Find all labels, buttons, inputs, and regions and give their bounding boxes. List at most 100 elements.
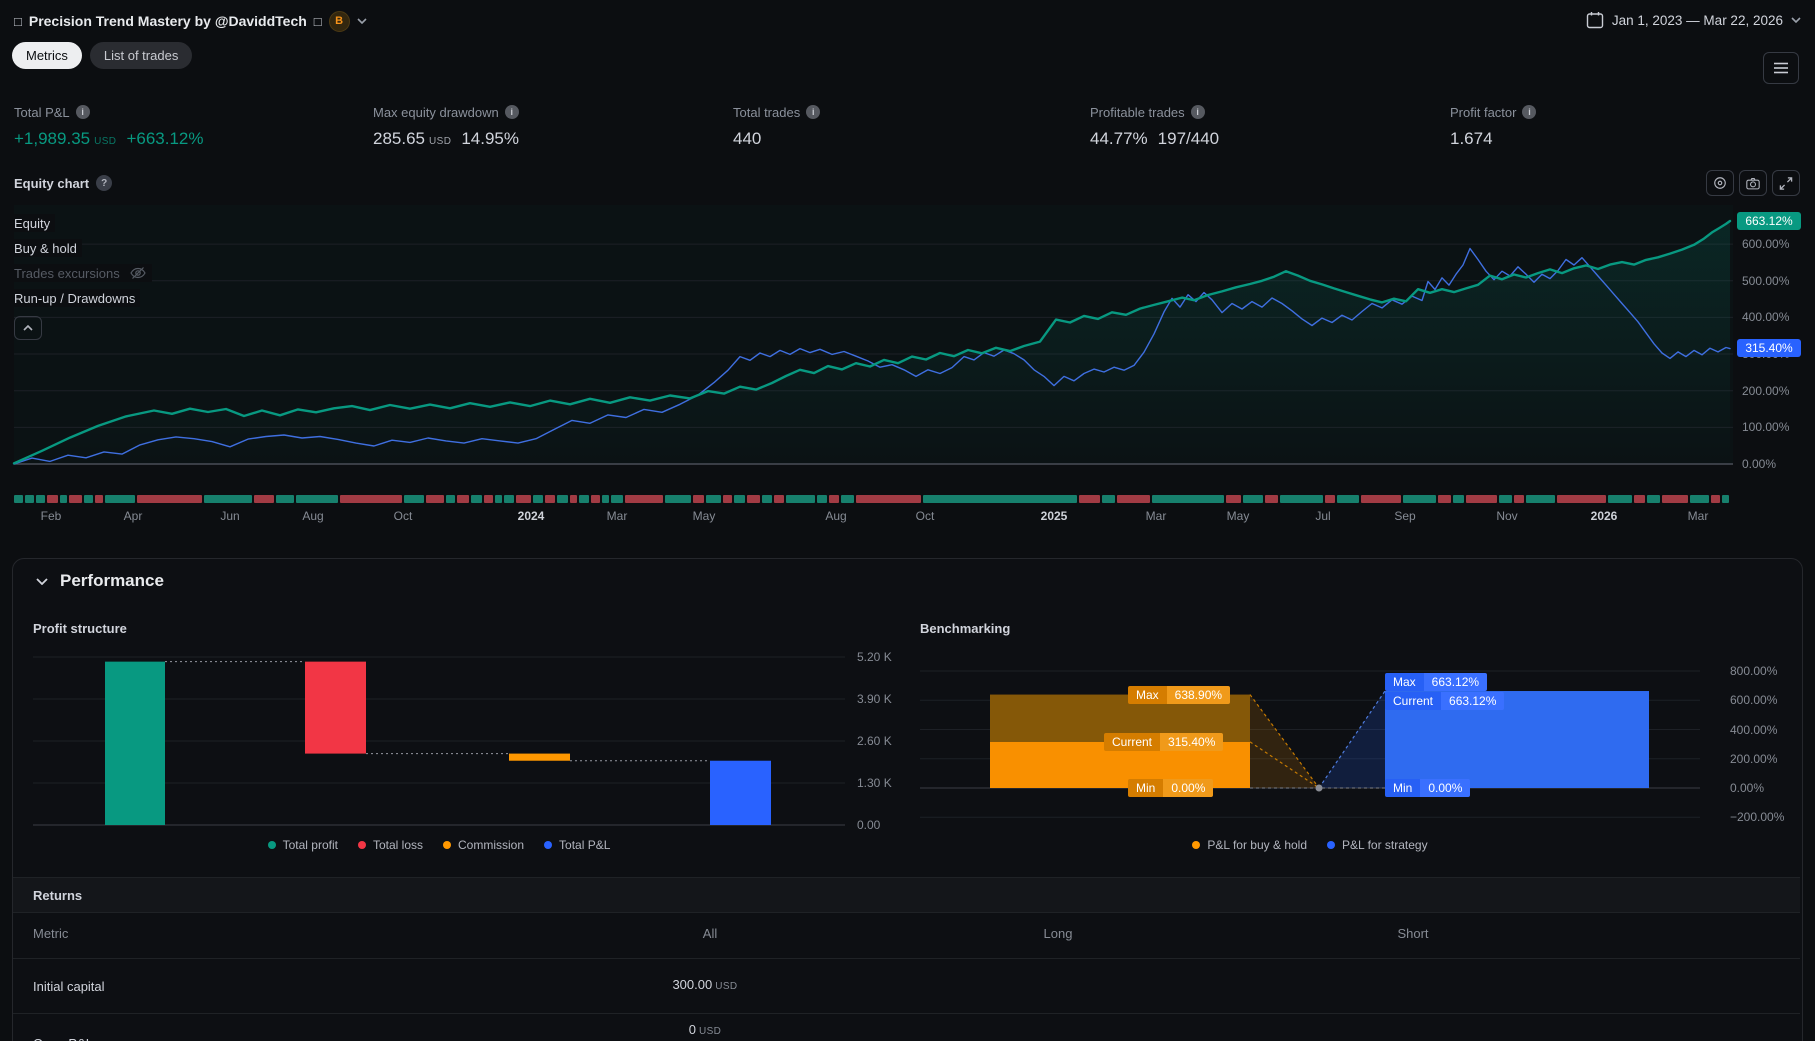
info-icon[interactable]: i: [1522, 105, 1536, 119]
chip-label: Max: [1128, 686, 1167, 704]
trade-strip-segment: [495, 495, 502, 503]
returns-column-header: Metric: [33, 926, 68, 941]
y-tick-label: 500.00%: [1742, 274, 1789, 288]
metric-label-text: Total P&L: [14, 105, 70, 120]
range-chip-current: Current315.40%: [1104, 733, 1223, 751]
trade-strip-segment: [747, 495, 760, 503]
trade-strip-segment: [105, 495, 136, 503]
trade-strip-segment: [1499, 495, 1512, 503]
trade-strip-segment: [557, 495, 568, 503]
info-icon[interactable]: i: [505, 105, 519, 119]
bench-y-tick-label: 200.00%: [1730, 752, 1777, 766]
trade-strip-segment: [69, 495, 82, 503]
y-tick-label: 200.00%: [1742, 384, 1789, 398]
trade-strip-segment: [570, 495, 577, 503]
returns-metric-label: Initial capital: [33, 979, 105, 994]
trade-strip-segment: [446, 495, 455, 503]
trade-strip-segment: [829, 495, 838, 503]
performance-section-header[interactable]: Performance: [36, 571, 164, 591]
info-icon[interactable]: i: [806, 105, 820, 119]
collapse-chart-button[interactable]: [14, 316, 42, 340]
x-tick-label: Oct: [916, 509, 935, 523]
metric-extra-value: 197/440: [1158, 129, 1219, 149]
legend-equity[interactable]: Equity: [14, 214, 55, 232]
chart-actions: [1706, 170, 1800, 196]
trade-strip-segment: [1711, 495, 1720, 503]
trade-strip-segment: [137, 495, 202, 503]
returns-column-header: Long: [1044, 926, 1073, 941]
tab-metrics[interactable]: Metrics: [12, 42, 82, 69]
chart-snapshot-button[interactable]: [1739, 170, 1767, 196]
legend-equity-label: Equity: [14, 216, 50, 231]
legend-item[interactable]: P&L for strategy: [1327, 838, 1428, 852]
legend-runup-drawdowns[interactable]: Run-up / Drawdowns: [14, 289, 140, 307]
trade-strip-segment: [1662, 495, 1688, 503]
profit-y-tick-label: 5.20 K: [857, 650, 892, 664]
trade-strip-segment: [84, 495, 93, 503]
legend-item[interactable]: Total P&L: [544, 838, 610, 852]
legend-item[interactable]: Commission: [443, 838, 524, 852]
range-chip-min: Min0.00%: [1128, 779, 1213, 797]
bench-y-tick-label: 0.00%: [1730, 781, 1764, 795]
strategy-title-group[interactable]: □ Precision Trend Mastery by @DaviddTech…: [14, 10, 367, 32]
axis-value-badge: 663.12%: [1737, 212, 1801, 230]
legend-dot: [1192, 841, 1200, 849]
metric-label: Max equity drawdowni: [373, 103, 519, 121]
metric-value: +1,989.35: [14, 129, 90, 149]
x-tick-year-label: 2026: [1591, 509, 1618, 523]
legend-dot: [443, 841, 451, 849]
axis-value-badge: 315.40%: [1737, 339, 1801, 357]
metric-extra-value: 14.95%: [461, 129, 519, 149]
legend-trades-excursions[interactable]: Trades excursions: [14, 264, 152, 282]
trade-strip-segment: [602, 495, 609, 503]
info-icon[interactable]: i: [76, 105, 90, 119]
returns-table-header: MetricAllLongShort: [13, 911, 1800, 959]
calendar-icon: [1586, 11, 1604, 29]
equity-chart-title: Equity chart ?: [14, 175, 112, 191]
chip-label: Current: [1104, 733, 1160, 751]
metric-label: Total P&L i: [14, 103, 203, 121]
legend-item[interactable]: Total profit: [268, 838, 338, 852]
tab-list-of-trades[interactable]: List of trades: [90, 42, 192, 69]
help-icon[interactable]: ?: [96, 175, 112, 191]
benchmarking-title: Benchmarking: [920, 621, 1010, 636]
range-chip-current: Current663.12%: [1385, 692, 1504, 710]
fullscreen-button[interactable]: [1772, 170, 1800, 196]
x-tick-label: Jun: [220, 509, 239, 523]
trade-strip-segment: [1325, 495, 1336, 503]
x-tick-label: Feb: [41, 509, 62, 523]
metric-values: +1,989.35USD+663.12%: [14, 129, 203, 149]
trade-strip-segment: [774, 495, 785, 503]
report-layout-button[interactable]: [1763, 52, 1799, 84]
returns-column-header: Short: [1397, 926, 1428, 941]
benchmarking-legend: P&L for buy & hold P&L for strategy: [920, 838, 1700, 852]
metric-label-text: Profit factor: [1450, 105, 1516, 120]
metric-label: Total tradesi: [733, 103, 820, 121]
trade-strip-segment: [1647, 495, 1660, 503]
x-tick-label: Apr: [124, 509, 143, 523]
trade-strip-segment: [762, 495, 771, 503]
trade-strip-segment: [14, 495, 23, 503]
metric-label-text: Profitable trades: [1090, 105, 1185, 120]
trade-strip-segment: [1117, 495, 1150, 503]
trade-strip-segment: [1361, 495, 1401, 503]
trade-strip-segment: [204, 495, 251, 503]
trade-strip-segment: [545, 495, 556, 503]
legend-item[interactable]: Total loss: [358, 838, 423, 852]
metric-currency: USD: [94, 136, 116, 147]
metric-value: 44.77%: [1090, 129, 1148, 149]
legend-item[interactable]: P&L for buy & hold: [1192, 838, 1307, 852]
chart-settings-button[interactable]: [1706, 170, 1734, 196]
chip-label: Max: [1385, 673, 1424, 691]
info-icon[interactable]: i: [1191, 105, 1205, 119]
returns-value: 0USD: [689, 1022, 722, 1037]
date-range-picker[interactable]: Jan 1, 2023 — Mar 22, 2026: [1586, 11, 1801, 29]
legend-runup-drawdowns-label: Run-up / Drawdowns: [14, 291, 135, 306]
legend-dot: [358, 841, 366, 849]
legend-buy-and-hold[interactable]: Buy & hold: [14, 239, 82, 257]
bench-y-tick-label: 600.00%: [1730, 693, 1777, 707]
x-tick-label: Aug: [825, 509, 846, 523]
report-tabs: Metrics List of trades: [12, 42, 192, 69]
x-tick-label: Mar: [607, 509, 628, 523]
x-tick-label: Mar: [1146, 509, 1167, 523]
